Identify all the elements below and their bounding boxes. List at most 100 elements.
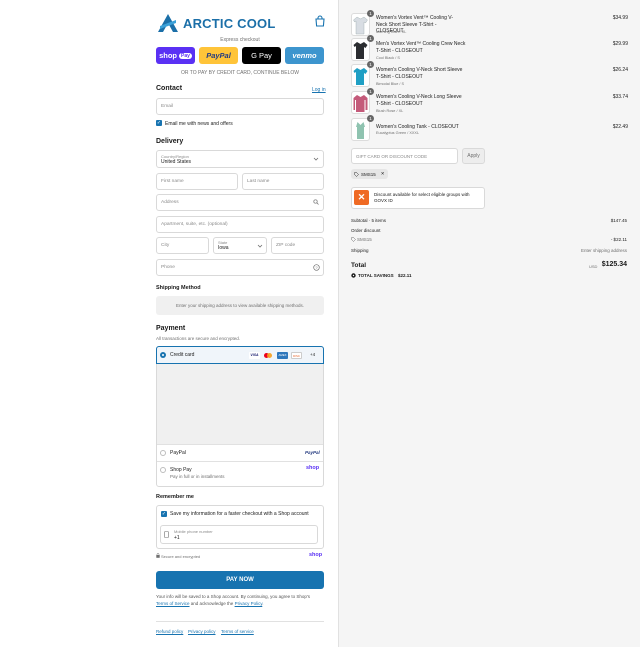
country-select[interactable]: Country/Region United States — [156, 150, 324, 168]
mobile-phone-label: Mobile phone number — [174, 529, 213, 534]
line-item — [351, 91, 370, 114]
total-value: $125.34 — [601, 261, 627, 268]
mobile-phone-value: +1 — [174, 535, 180, 541]
mobile-phone-icon — [164, 531, 169, 538]
tshirt-icon — [353, 16, 368, 35]
mastercard-icon — [263, 352, 274, 359]
pay-now-button[interactable]: PAY NOW — [156, 571, 324, 589]
tank-top-icon — [356, 122, 365, 139]
item-variant: Eucalyptus Green / XXXL — [376, 131, 420, 135]
svg-text:?: ? — [315, 265, 318, 270]
item-price: $29.99 — [612, 41, 628, 47]
paypal-radio[interactable] — [160, 450, 166, 456]
item-name: Women's Cooling V-Neck Long Sleeve T-Shi… — [376, 94, 462, 107]
shop-pay-button[interactable]: shop Pay — [156, 47, 195, 64]
payment-heading: Payment — [156, 325, 186, 332]
total-savings-value: $22.11 — [398, 273, 412, 278]
quantity-badge: 1 — [367, 88, 374, 95]
address-field[interactable]: Address — [156, 194, 324, 211]
remove-discount-icon[interactable]: ✕ — [381, 171, 385, 177]
save-info-checkbox[interactable]: ✓ — [161, 511, 167, 517]
discount-code-label: SMS15 — [357, 237, 372, 242]
or-divider-text: OR TO PAY BY CREDIT CARD, CONTINUE BELOW — [181, 70, 299, 76]
apartment-field[interactable]: Apartment, suite, etc. (optional) — [156, 216, 324, 233]
tag-icon — [354, 171, 359, 177]
shoppay-label: Shop Pay — [170, 467, 192, 473]
shipping-value: Enter shipping address — [580, 248, 627, 253]
quantity-badge: 1 — [367, 61, 374, 68]
paypal-logo: PayPal — [305, 450, 320, 455]
arctic-cool-logo-icon — [158, 14, 178, 32]
venmo-label: venmo — [292, 51, 317, 60]
delivery-heading: Delivery — [156, 138, 184, 145]
venmo-button[interactable]: venmo — [285, 47, 324, 64]
tshirt-icon — [353, 42, 368, 59]
quantity-badge: 1 — [367, 35, 374, 42]
search-icon — [313, 199, 319, 205]
city-field[interactable]: City — [156, 237, 209, 254]
zip-field[interactable]: ZIP code — [271, 237, 324, 254]
shoppay-radio[interactable] — [160, 467, 166, 473]
discount-tag: SMS15 ✕ — [351, 169, 388, 179]
save-info-label: Save my information for a faster checkou… — [170, 511, 309, 517]
email-field[interactable]: Email — [156, 98, 324, 115]
shopping-bag-icon[interactable] — [314, 15, 326, 27]
phone-placeholder: Phone — [161, 265, 175, 270]
apply-label: Apply — [467, 153, 480, 159]
product-thumbnail — [351, 91, 370, 114]
terms-of-service-link[interactable]: Terms of Service — [156, 601, 190, 606]
refund-policy-link[interactable]: Refund policy — [156, 629, 183, 634]
city-placeholder: City — [161, 243, 170, 248]
mobile-phone-field[interactable] — [160, 525, 318, 544]
discount-code-input[interactable]: GIFT CARD OR DISCOUNT CODE — [351, 148, 458, 164]
address-placeholder: Address — [161, 200, 179, 205]
apply-discount-button[interactable]: Apply — [462, 148, 485, 164]
subtotal-label: Subtotal · 5 items — [351, 218, 387, 223]
shop-pay-pill: Pay — [179, 52, 192, 59]
footer-divider — [156, 621, 324, 622]
checkout-main: ARCTIC COOL Express checkout shop Pay Pa… — [0, 0, 338, 647]
state-chevron-icon — [257, 244, 263, 248]
login-link[interactable]: Log in — [312, 87, 326, 93]
first-name-field[interactable]: First name — [156, 173, 238, 190]
news-checkbox[interactable]: ✓ — [156, 120, 162, 126]
longsleeve-icon — [353, 95, 368, 112]
discount-placeholder: GIFT CARD OR DISCOUNT CODE — [356, 153, 428, 159]
line-item — [351, 13, 370, 36]
credit-card-radio[interactable] — [160, 352, 166, 358]
divider — [157, 461, 323, 462]
item-variant: Morning Rain / XL — [376, 30, 407, 34]
order-discount-label: Order discount — [351, 228, 381, 233]
total-savings-label: TOTAL SAVINGS — [358, 273, 394, 278]
discount-amount: - $22.11 — [610, 237, 627, 242]
news-checkbox-label: Email me with news and offers — [165, 121, 233, 127]
product-thumbnail — [351, 64, 370, 87]
brand-logo[interactable]: ARCTIC COOL — [156, 12, 275, 34]
last-name-placeholder: Last name — [247, 179, 270, 184]
card-iframe-area[interactable] — [157, 364, 323, 444]
secure-text: Secure and encrypted — [161, 554, 201, 559]
remember-me-heading: Remember me — [156, 494, 194, 500]
shipping-label: Shipping — [351, 248, 369, 253]
privacy-policy-footer-link[interactable]: Privacy policy — [188, 629, 216, 634]
contact-heading: Contact — [156, 85, 183, 92]
item-price: $34.99 — [612, 15, 628, 21]
google-pay-button[interactable]: G Pay — [242, 47, 281, 64]
terms-of-service-footer-link[interactable]: Terms of service — [221, 629, 254, 634]
last-name-field[interactable]: Last name — [242, 173, 324, 190]
help-icon[interactable]: ? — [313, 264, 320, 271]
shop-logo: shop — [309, 552, 323, 558]
product-thumbnail — [351, 118, 370, 141]
line-item — [351, 118, 370, 141]
subtotal-value: $147.45 — [610, 218, 627, 223]
paypal-express-button[interactable]: PayPal — [199, 47, 238, 64]
phone-field[interactable]: Phone — [156, 259, 324, 276]
item-price: $33.74 — [612, 94, 628, 100]
item-variant: Bimodal Blue / S — [376, 82, 405, 86]
govx-text: Discount available for select eligible g… — [374, 192, 470, 203]
item-variant: Blush Rose / XL — [376, 109, 404, 113]
state-value: Iowa — [218, 245, 229, 251]
terms-and: and acknowledge the — [190, 600, 234, 606]
item-name: Men's Vortex Vent™ Cooling Crew Neck T-S… — [376, 41, 466, 54]
privacy-policy-link[interactable]: Privacy Policy — [235, 601, 263, 606]
